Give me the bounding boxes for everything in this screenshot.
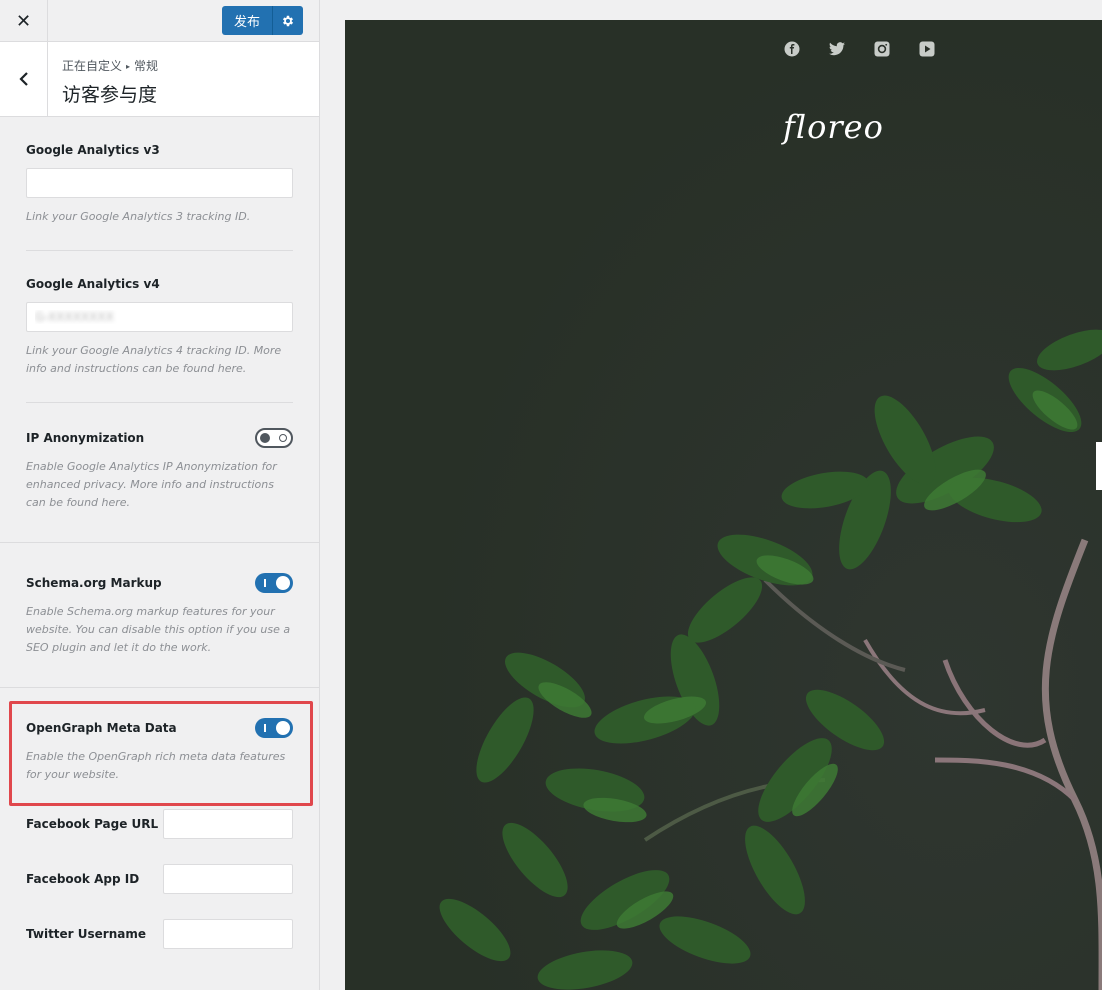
preview-edge-tab [1096,442,1102,490]
publish-group: 发布 [221,6,303,35]
ip-anonymization-row: IP Anonymization [26,428,293,448]
controls-panel: Google Analytics v3 Link your Google Ana… [0,117,319,512]
facebook-page-label: Facebook Page URL [26,817,159,831]
back-button[interactable] [0,42,48,116]
close-icon: ✕ [15,10,32,32]
preview-top-margin [320,0,1102,20]
facebook-app-input[interactable] [163,864,293,894]
facebook-icon[interactable] [783,40,801,58]
schema-row: Schema.org Markup [26,573,293,593]
plant-image [345,20,1102,990]
controls-panel-3: OpenGraph Meta Data Enable the OpenGraph… [0,688,319,949]
breadcrumb-parent: 常规 [134,59,159,73]
schema-label: Schema.org Markup [26,576,162,590]
facebook-app-row: Facebook App ID [26,864,293,894]
ga3-description: Link your Google Analytics 3 tracking ID… [26,210,251,223]
publish-button[interactable]: 发布 [221,6,273,35]
page-title: 访客参与度 [62,84,158,106]
opengraph-row: OpenGraph Meta Data [26,718,293,738]
section-header: 正在自定义 ▸ 常规 访客参与度 [0,42,319,117]
ga3-input[interactable] [26,168,293,198]
breadcrumb-prefix: 正在自定义 [62,59,123,73]
youtube-icon[interactable] [918,40,936,58]
opengraph-label: OpenGraph Meta Data [26,721,177,735]
ip-anonymization-toggle[interactable] [255,428,293,448]
ga4-description: Link your Google Analytics 4 tracking ID… [26,344,282,375]
facebook-app-label: Facebook App ID [26,872,140,886]
ip-anonymization-description: Enable Google Analytics IP Anonymization… [26,460,277,509]
site-logo[interactable]: floreo [783,108,884,146]
social-icons [783,40,936,58]
facebook-page-row: Facebook Page URL [26,809,293,839]
twitter-input[interactable] [163,919,293,949]
twitter-row: Twitter Username [26,919,293,949]
schema-toggle[interactable] [255,573,293,593]
close-customizer-button[interactable]: ✕ [0,0,48,42]
publish-settings-button[interactable] [273,6,303,35]
customizer-sidebar: ✕ 发布 正在自定义 ▸ 常规 访客参与度 Google Analytics v3 [0,0,320,990]
site-preview[interactable]: floreo [345,20,1102,990]
customizer-topbar: ✕ 发布 [0,0,319,42]
ga4-input[interactable] [26,302,293,332]
twitter-icon[interactable] [828,40,846,58]
controls-panel-2: Schema.org Markup Enable Schema.org mark… [0,543,319,657]
instagram-icon[interactable] [873,40,891,58]
chevron-left-icon [18,72,28,86]
facebook-page-input[interactable] [163,809,293,839]
breadcrumb: 正在自定义 ▸ 常规 [62,57,158,74]
ip-anonymization-label: IP Anonymization [26,431,145,445]
ga4-label: Google Analytics v4 [26,277,160,291]
ga3-label: Google Analytics v3 [26,143,160,157]
gear-icon [282,15,294,26]
opengraph-toggle[interactable] [255,718,293,738]
schema-description: Enable Schema.org markup features for yo… [26,605,291,654]
opengraph-description: Enable the OpenGraph rich meta data feat… [26,750,286,781]
breadcrumb-separator: ▸ [126,62,131,71]
twitter-label: Twitter Username [26,927,146,941]
